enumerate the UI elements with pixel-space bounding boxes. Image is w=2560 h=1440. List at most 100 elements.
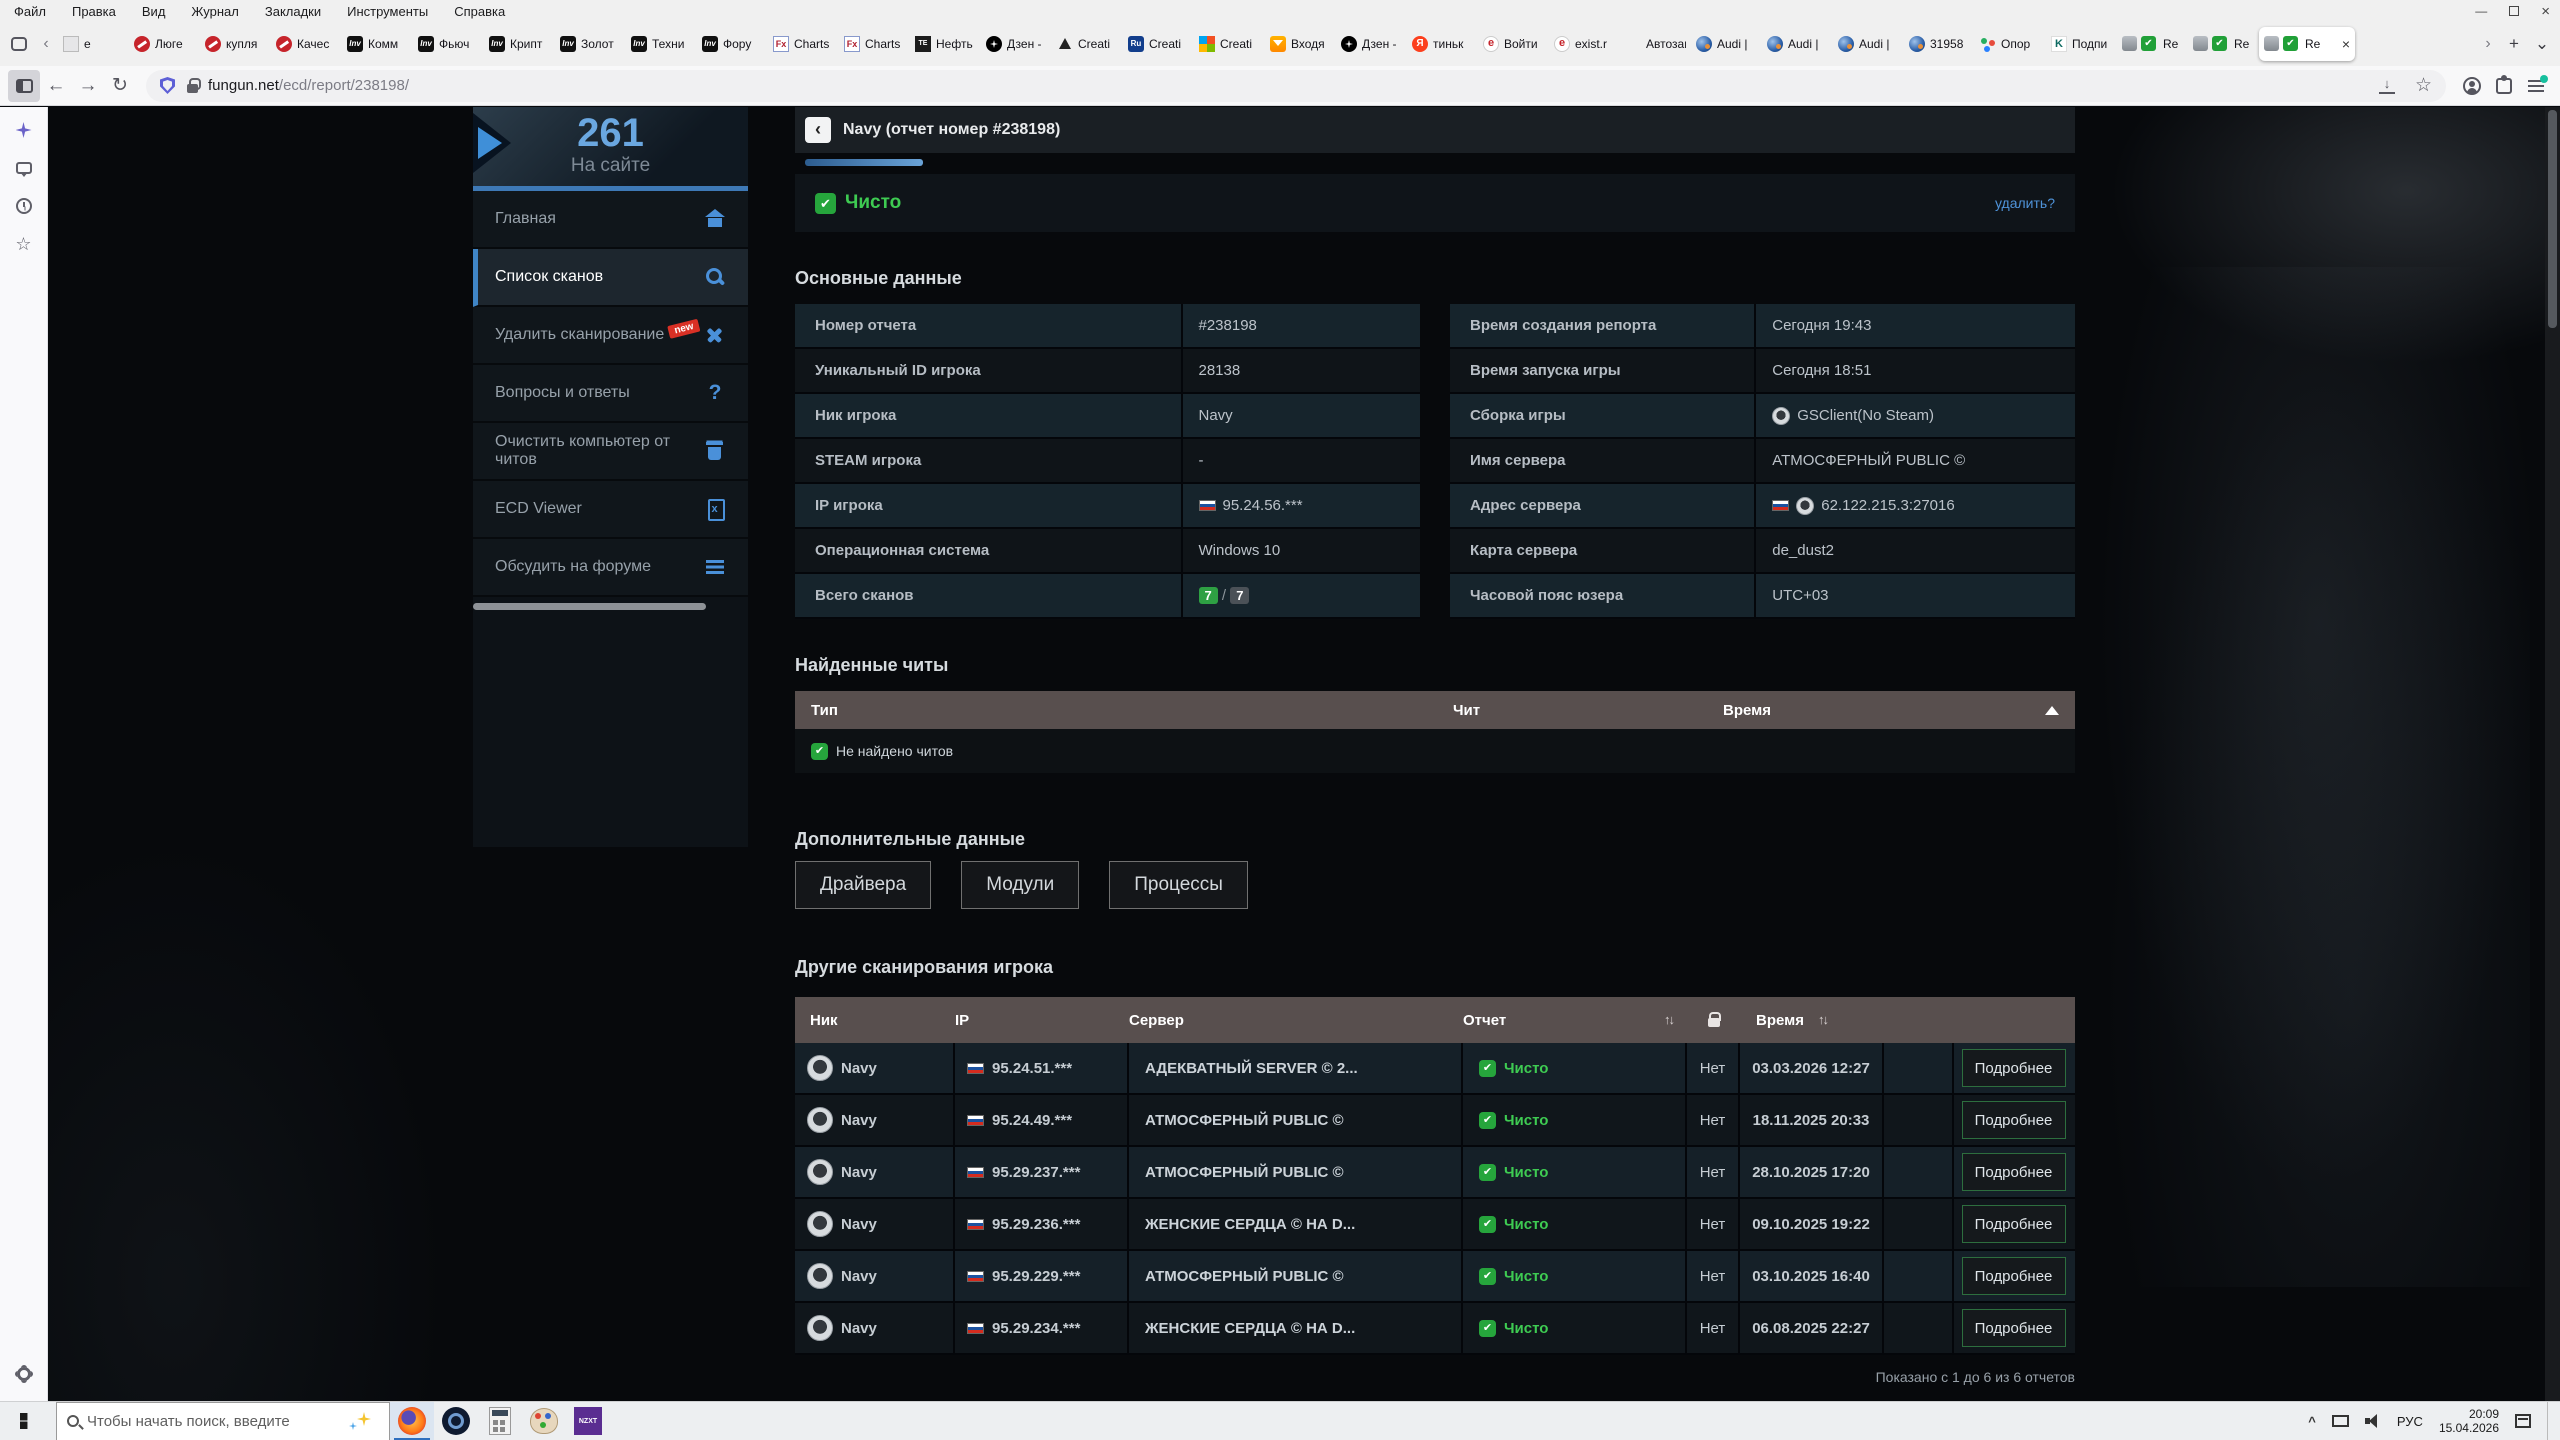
collapse-chevron-icon[interactable] — [2045, 706, 2059, 715]
details-button[interactable]: Подробнее — [1962, 1309, 2066, 1347]
col-report[interactable]: Отчет↑↓ — [1463, 1012, 1687, 1029]
taskbar-ring-app-icon[interactable] — [434, 1402, 478, 1440]
browser-tab[interactable]: Автозапч — [1620, 27, 1691, 61]
reload-button[interactable]: ↻ — [104, 70, 136, 102]
taskbar-calculator-icon[interactable] — [478, 1402, 522, 1440]
firefox-view-icon[interactable] — [4, 29, 34, 59]
browser-tab[interactable]: Creati — [1123, 27, 1194, 61]
menu-item[interactable]: Вид — [142, 4, 166, 19]
browser-tab[interactable]: Re — [2117, 27, 2188, 61]
browser-tab[interactable]: Войти — [1478, 27, 1549, 61]
back-button[interactable]: ← — [40, 70, 72, 102]
synced-tabs-icon[interactable] — [9, 153, 39, 183]
minimize-icon[interactable]: — — [2475, 4, 2487, 18]
history-clock-icon[interactable] — [9, 191, 39, 221]
col-time[interactable]: Время↑↓ — [1740, 1012, 1884, 1029]
scroll-tabs-left-icon[interactable]: ‹ — [34, 35, 58, 53]
browser-tab[interactable]: Золот — [555, 27, 626, 61]
cheats-table-header[interactable]: Тип Чит Время — [795, 691, 2075, 729]
tab-close-icon[interactable]: × — [2342, 36, 2350, 52]
details-button[interactable]: Подробнее — [1962, 1257, 2066, 1295]
save-to-pocket-icon[interactable]: ↓ — [2379, 78, 2395, 94]
browser-tab[interactable]: Re × — [2259, 27, 2355, 61]
sidebar-nav-item[interactable]: Обсудить на форуме — [473, 539, 748, 597]
menu-item[interactable]: Закладки — [265, 4, 321, 19]
scrollbar-thumb[interactable] — [2548, 110, 2557, 328]
browser-tab[interactable]: тиньк — [1407, 27, 1478, 61]
ai-chatbot-icon[interactable] — [9, 115, 39, 145]
browser-tab[interactable]: Люге — [129, 27, 200, 61]
extensions-puzzle-icon[interactable] — [2488, 70, 2520, 102]
menu-item[interactable]: Правка — [72, 4, 116, 19]
bookmarks-star-icon[interactable]: ☆ — [9, 229, 39, 259]
forward-button[interactable]: → — [72, 70, 104, 102]
browser-tab[interactable]: Creati — [1052, 27, 1123, 61]
menu-item[interactable]: Файл — [14, 4, 46, 19]
col-nick[interactable]: Ник — [795, 1012, 955, 1029]
new-tab-button[interactable]: + — [2500, 34, 2528, 54]
taskbar-search[interactable] — [56, 1402, 390, 1440]
browser-tab[interactable]: Charts — [839, 27, 910, 61]
taskbar-firefox-icon[interactable] — [390, 1402, 434, 1440]
tray-expand-icon[interactable]: ^ — [2308, 1414, 2316, 1429]
browser-tab[interactable]: exist.r — [1549, 27, 1620, 61]
browser-tab[interactable]: Крипт — [484, 27, 555, 61]
browser-tab[interactable]: Дзен - — [1336, 27, 1407, 61]
menu-item[interactable]: Инструменты — [347, 4, 428, 19]
browser-tab[interactable]: Качес — [271, 27, 342, 61]
col-lock[interactable] — [1687, 1014, 1740, 1027]
menu-item[interactable]: Журнал — [191, 4, 238, 19]
taskbar-nzxt-icon[interactable]: NZXT — [566, 1402, 610, 1440]
browser-tab[interactable]: Re — [2188, 27, 2259, 61]
url-text[interactable]: fungun.net/ecd/report/238198/ — [208, 77, 409, 94]
sidebar-nav-item[interactable]: Очистить компьютер от читов — [473, 423, 748, 481]
extra-data-button[interactable]: Процессы — [1109, 861, 1248, 909]
extra-data-button[interactable]: Драйвера — [795, 861, 931, 909]
copilot-sparkle-icon[interactable] — [349, 1410, 379, 1432]
browser-tab[interactable]: Опор — [1975, 27, 2046, 61]
sidebar-nav-item[interactable]: Удалить сканированиеnew — [473, 307, 748, 365]
sort-icon[interactable]: ↑↓ — [1818, 1012, 1827, 1029]
show-desktop-sliver[interactable] — [2547, 1402, 2552, 1440]
report-back-button[interactable]: ‹ — [805, 117, 831, 143]
col-server[interactable]: Сервер — [1129, 1012, 1463, 1029]
browser-tab[interactable]: Creati — [1194, 27, 1265, 61]
sidebar-toggle-button[interactable] — [8, 70, 40, 102]
browser-tab[interactable]: купля — [200, 27, 271, 61]
sort-icon[interactable]: ↑↓ — [1664, 1012, 1673, 1029]
taskbar-paint-icon[interactable] — [522, 1402, 566, 1440]
browser-tab[interactable]: Подпи — [2046, 27, 2117, 61]
account-icon[interactable] — [2456, 70, 2488, 102]
details-button[interactable]: Подробнее — [1962, 1153, 2066, 1191]
extra-data-button[interactable]: Модули — [961, 861, 1079, 909]
browser-tab[interactable]: Входя — [1265, 27, 1336, 61]
scroll-tabs-right-icon[interactable]: › — [2476, 35, 2500, 53]
page-scrollbar[interactable] — [2545, 107, 2560, 1401]
details-button[interactable]: Подробнее — [1962, 1205, 2066, 1243]
list-all-tabs-icon[interactable]: ⌄ — [2528, 34, 2556, 54]
app-menu-hamburger-icon[interactable] — [2520, 70, 2552, 102]
sidebar-nav-item[interactable]: Главная — [473, 191, 748, 249]
sidebar-nav-item[interactable]: Вопросы и ответы — [473, 365, 748, 423]
tray-volume-icon[interactable] — [2365, 1414, 2381, 1428]
tray-display-icon[interactable] — [2332, 1415, 2349, 1427]
browser-tab[interactable]: Фору — [697, 27, 768, 61]
browser-tab[interactable]: 31958 — [1904, 27, 1975, 61]
browser-tab[interactable]: Техни — [626, 27, 697, 61]
browser-tab[interactable]: Audi | — [1833, 27, 1904, 61]
start-button[interactable] — [0, 1402, 56, 1440]
search-input[interactable] — [87, 1413, 341, 1430]
delete-report-link[interactable]: удалить? — [1995, 195, 2055, 211]
browser-tab[interactable]: Комм — [342, 27, 413, 61]
browser-tab[interactable]: Audi | — [1691, 27, 1762, 61]
details-button[interactable]: Подробнее — [1962, 1049, 2066, 1087]
maximize-icon[interactable] — [2509, 6, 2519, 16]
sidebar-settings-gear-icon[interactable] — [9, 1359, 39, 1389]
browser-tab[interactable]: Дзен - — [981, 27, 1052, 61]
sidebar-nav-item[interactable]: Список сканов — [473, 249, 748, 307]
tracking-shield-icon[interactable] — [160, 77, 175, 94]
details-button[interactable]: Подробнее — [1962, 1101, 2066, 1139]
col-ip[interactable]: IP — [955, 1012, 1129, 1029]
https-lock-icon[interactable] — [187, 84, 198, 93]
tray-language[interactable]: РУС — [2397, 1414, 2423, 1429]
